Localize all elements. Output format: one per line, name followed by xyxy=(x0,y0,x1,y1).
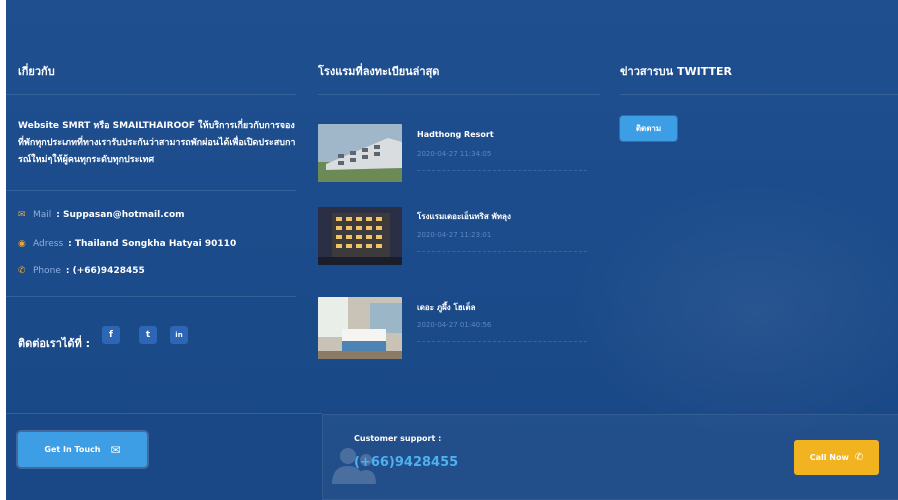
hotel-thumbnail[interactable] xyxy=(318,207,402,265)
about-heading-divider xyxy=(6,94,296,95)
hotel-date: 2020-04-27 01:40:56 xyxy=(417,321,492,329)
contact-phone[interactable]: ✆ Phone : (+66)9428455 xyxy=(18,266,145,276)
twitter-icon[interactable]: t xyxy=(139,326,157,344)
hotel-thumbnail[interactable] xyxy=(318,297,402,359)
contact-divider xyxy=(6,296,296,297)
phone-label: Phone xyxy=(33,266,61,276)
hotel-divider xyxy=(417,170,587,171)
hotel-thumbnail[interactable] xyxy=(318,124,402,182)
call-now-label: Call Now xyxy=(809,453,849,462)
customer-support-phone[interactable]: (+66)9428455 xyxy=(354,455,458,470)
hotel-date: 2020-04-27 11:34:05 xyxy=(417,150,492,158)
envelope-icon: ✉ xyxy=(110,442,121,457)
hotel-date: 2020-04-27 11:23:01 xyxy=(417,231,492,239)
hotel-name[interactable]: เดอะ ภูผึ้ง โฮเต็ล xyxy=(417,301,475,314)
facebook-icon[interactable]: f xyxy=(102,326,120,344)
phone-value: : (+66)9428455 xyxy=(65,266,145,276)
hotel-name[interactable]: โรงแรมเดอะเอ็นทริส พัทลุง xyxy=(417,210,511,223)
address-label: Adress xyxy=(33,239,64,249)
hotels-heading-divider xyxy=(318,94,600,95)
address-value: : Thailand Songkha Hatyai 90110 xyxy=(68,239,237,249)
get-in-touch-label: Get In Touch xyxy=(44,445,101,454)
about-text: Website SMRT หรือ SMAILTHAIROOF ให้บริกา… xyxy=(18,121,296,165)
phone-ring-icon: ✆ xyxy=(854,452,864,463)
get-in-touch-button[interactable]: Get In Touch ✉ xyxy=(18,432,147,467)
envelope-icon: ✉ xyxy=(18,210,26,220)
hotel-divider xyxy=(417,341,587,342)
about-divider xyxy=(6,190,296,191)
site-footer: เกี่ยวกับ โรงแรมที่ลงทะเบียนล่าสุด ข่าวส… xyxy=(6,0,898,500)
map-pin-icon: ◉ xyxy=(18,239,26,249)
instagram-icon[interactable]: in xyxy=(170,326,188,344)
about-heading: เกี่ยวกับ xyxy=(18,65,55,78)
mail-value: : Suppasan@hotmail.com xyxy=(56,210,185,220)
twitter-heading-divider xyxy=(620,94,898,95)
call-now-button[interactable]: Call Now ✆ xyxy=(794,440,879,475)
hotel-divider xyxy=(417,251,587,252)
mail-address: Suppasan@hotmail.com xyxy=(63,210,185,220)
twitter-follow-button[interactable]: ติดตาม xyxy=(620,116,677,141)
phone-number: (+66)9428455 xyxy=(72,266,145,276)
bottom-divider xyxy=(6,413,322,414)
hotel-name[interactable]: Hadthong Resort xyxy=(417,130,494,139)
twitter-heading: ข่าวสารบน TWITTER xyxy=(620,65,732,78)
contact-mail[interactable]: ✉ Mail : Suppasan@hotmail.com xyxy=(18,210,185,220)
phone-icon: ✆ xyxy=(18,266,26,276)
latest-hotels-heading: โรงแรมที่ลงทะเบียนล่าสุด xyxy=(318,65,440,78)
contact-address: ◉ Adress : Thailand Songkha Hatyai 90110 xyxy=(18,239,236,249)
address-text: Thailand Songkha Hatyai 90110 xyxy=(74,239,237,249)
contact-us-label: ติดต่อเราได้ที่ : xyxy=(18,337,91,350)
customer-support-label: Customer support : xyxy=(354,434,442,443)
mail-label: Mail xyxy=(33,210,52,220)
